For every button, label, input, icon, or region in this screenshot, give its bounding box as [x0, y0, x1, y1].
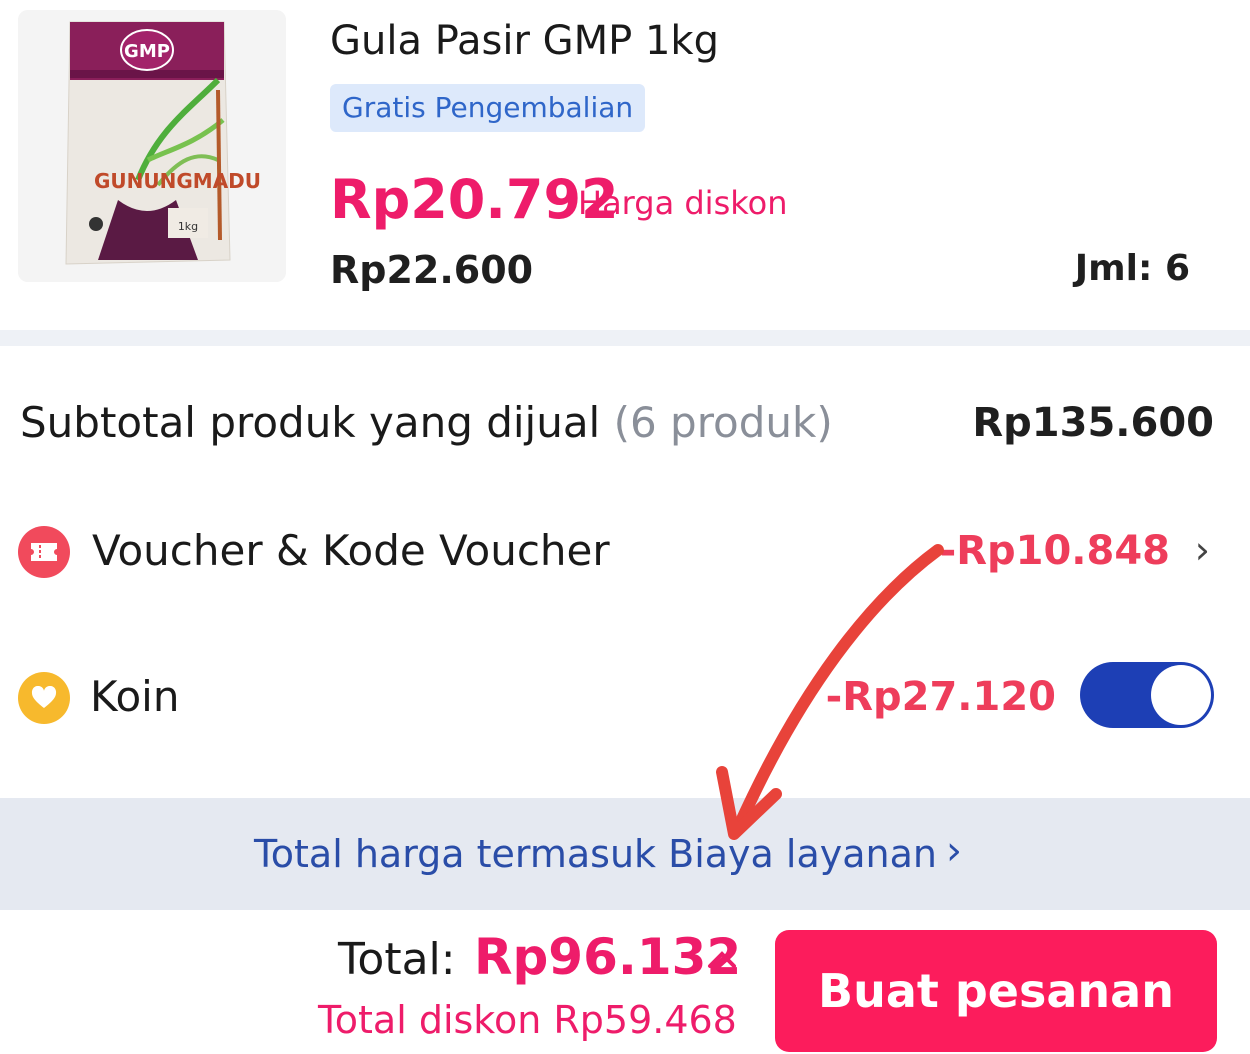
chevron-right-icon: ›	[946, 828, 962, 874]
voucher-value: -Rp10.848	[939, 528, 1170, 574]
product-name[interactable]: Gula Pasir GMP 1kg	[330, 18, 719, 64]
coin-value: -Rp27.120	[825, 674, 1056, 720]
voucher-row[interactable]: Voucher & Kode Voucher -Rp10.848 ›	[0, 522, 1250, 586]
svg-text:GUNUNGMADU: GUNUNGMADU	[94, 169, 261, 193]
subtotal-value: Rp135.600	[972, 400, 1214, 446]
quantity-label: Jml: 6	[1074, 248, 1190, 289]
product-card: GMP GUNUNGMADU 1kg Gula Pasir GMP 1kg Gr…	[0, 0, 1250, 330]
discount-price-label: Harga diskon	[578, 184, 788, 222]
voucher-label: Voucher & Kode Voucher	[92, 526, 610, 575]
place-order-button[interactable]: Buat pesanan	[775, 930, 1217, 1052]
total-value[interactable]: Rp96.132	[474, 928, 741, 986]
section-divider	[0, 330, 1250, 346]
heart-coin-icon	[18, 672, 70, 724]
toggle-knob	[1151, 665, 1211, 725]
total-label: Total:	[338, 934, 456, 985]
free-return-badge: Gratis Pengembalian	[330, 84, 646, 132]
svg-text:GMP: GMP	[124, 41, 170, 62]
discount-price: Rp20.792	[330, 168, 619, 231]
service-fee-text[interactable]: Total harga termasuk Biaya layanan	[254, 832, 937, 876]
coin-row: Koin -Rp27.120	[0, 664, 1250, 730]
subtotal-count: (6 produk)	[613, 398, 833, 447]
original-price: Rp22.600	[330, 248, 534, 292]
product-image[interactable]: GMP GUNUNGMADU 1kg	[18, 10, 286, 282]
coin-toggle[interactable]	[1080, 662, 1214, 728]
coin-label: Koin	[90, 672, 180, 721]
subtotal-label-text: Subtotal produk yang dijual	[20, 398, 601, 447]
chevron-up-icon[interactable]	[706, 938, 738, 979]
total-discount: Total diskon Rp59.468	[318, 998, 737, 1042]
ticket-icon	[18, 526, 70, 578]
subtotal-row: Subtotal produk yang dijual (6 produk) R…	[0, 398, 1250, 458]
subtotal-label: Subtotal produk yang dijual (6 produk)	[20, 398, 833, 447]
sugar-bag-image: GMP GUNUNGMADU 1kg	[18, 10, 286, 282]
svg-text:1kg: 1kg	[178, 220, 198, 233]
chevron-right-icon: ›	[1194, 528, 1210, 572]
